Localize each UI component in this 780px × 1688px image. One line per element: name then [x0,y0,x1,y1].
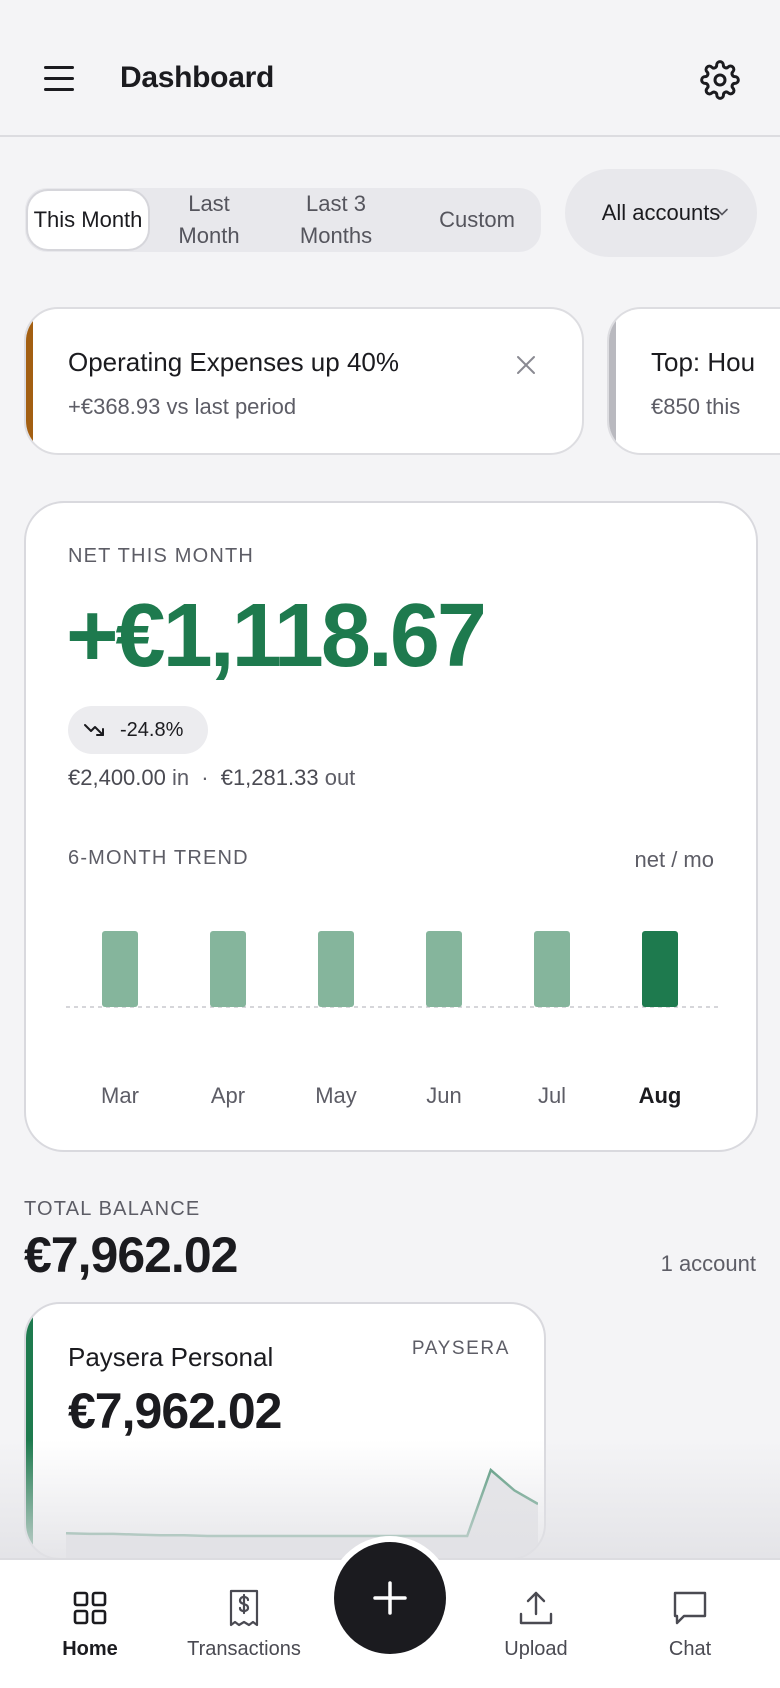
accounts-filter-label: All accounts [601,200,721,225]
trend-label-aug: Aug [639,1083,682,1108]
account-accent-bar [26,1304,33,1558]
insight-accent-bar [26,309,33,453]
balance-sparkline [66,1467,538,1558]
chat-icon [673,1591,707,1625]
close-icon[interactable] [514,353,538,377]
account-card[interactable]: Paysera Personal PAYSERA €7,962.02 [24,1302,546,1560]
trend-label-jul: Jul [538,1083,566,1108]
insight-title: Top: Hou [651,347,756,377]
trend-label-jun: Jun [426,1083,461,1108]
trend-unit: net / mo [634,847,714,872]
tab-custom[interactable]: Custom [421,191,533,249]
accounts-filter-dropdown[interactable]: All accounts [565,169,757,257]
nav-upload[interactable]: Upload [458,1560,614,1688]
app-header: Dashboard [0,0,780,137]
tab-this-month[interactable]: This Month [28,191,148,249]
separator: · [201,765,209,790]
insight-subtitle: €850 this [651,394,741,419]
nav-upload-label: Upload [504,1638,568,1660]
add-button[interactable] [334,1542,446,1654]
hamburger-menu-icon[interactable] [42,60,78,96]
trend-label-mar: Mar [101,1083,139,1108]
trend-bar-jun [426,931,462,1007]
trend-bar-chart: Mar Apr May Jun Jul Aug [66,931,720,1108]
receipt-icon [229,1589,259,1627]
page-title: Dashboard [120,61,274,94]
net-summary-card: NET THIS MONTH +€1,118.67 -24.8% €2,400.… [24,501,758,1152]
nav-transactions[interactable]: Transactions [166,1560,322,1688]
account-balance: €7,962.02 [68,1383,282,1439]
chevron-down-icon [716,208,728,216]
gear-icon[interactable] [700,60,740,100]
income-suffix: in [172,765,190,790]
insight-accent-bar [609,309,616,453]
income-expense-line: €2,400.00 in · €1,281.33 out [68,765,355,791]
tab-last-3-months[interactable]: Last 3 Months [271,191,401,249]
insight-card[interactable]: Operating Expenses up 40% +€368.93 vs la… [24,307,584,455]
trend-label-may: May [315,1083,357,1108]
trend-bar-apr [210,931,246,1007]
trending-down-icon [84,724,104,736]
tab-last-month[interactable]: Last Month [161,191,257,249]
income-value: €2,400.00 [68,765,166,790]
nav-chat-label: Chat [668,1638,712,1660]
trend-label-apr: Apr [211,1083,245,1108]
trend-bar-mar [102,931,138,1007]
sparkline-area [66,1470,538,1558]
change-percent: -24.8% [120,718,184,741]
trend-bar-jul [534,931,570,1007]
nav-transactions-label: Transactions [187,1638,301,1660]
plus-icon [373,1581,407,1615]
total-balance-value: €7,962.02 [24,1227,238,1283]
insight-subtitle: +€368.93 vs last period [68,394,297,419]
account-bank: PAYSERA [411,1338,510,1359]
insight-title: Operating Expenses up 40% [68,347,399,377]
trend-bar-aug [642,931,678,1007]
sparkline-line [66,1467,538,1538]
net-value: +€1,118.67 [66,586,487,686]
account-count: 1 account [660,1251,756,1276]
account-name: Paysera Personal [68,1342,274,1372]
period-tabs: This Month Last Month Last 3 Months Cust… [25,188,541,252]
nav-home-label: Home [62,1638,118,1660]
nav-chat[interactable]: Chat [612,1560,768,1688]
expense-suffix: out [324,765,356,790]
trend-label: 6-MONTH TREND [68,847,249,869]
insight-card[interactable]: Top: Hou €850 this [607,307,780,455]
net-label: NET THIS MONTH [68,545,255,567]
upload-icon [519,1591,553,1625]
nav-home[interactable]: Home [12,1560,168,1688]
expense-value: €1,281.33 [220,765,319,790]
change-badge: -24.8% [68,706,208,754]
trend-bar-may [318,931,354,1007]
home-grid-icon [73,1591,107,1625]
total-balance-label: TOTAL BALANCE [24,1198,201,1220]
